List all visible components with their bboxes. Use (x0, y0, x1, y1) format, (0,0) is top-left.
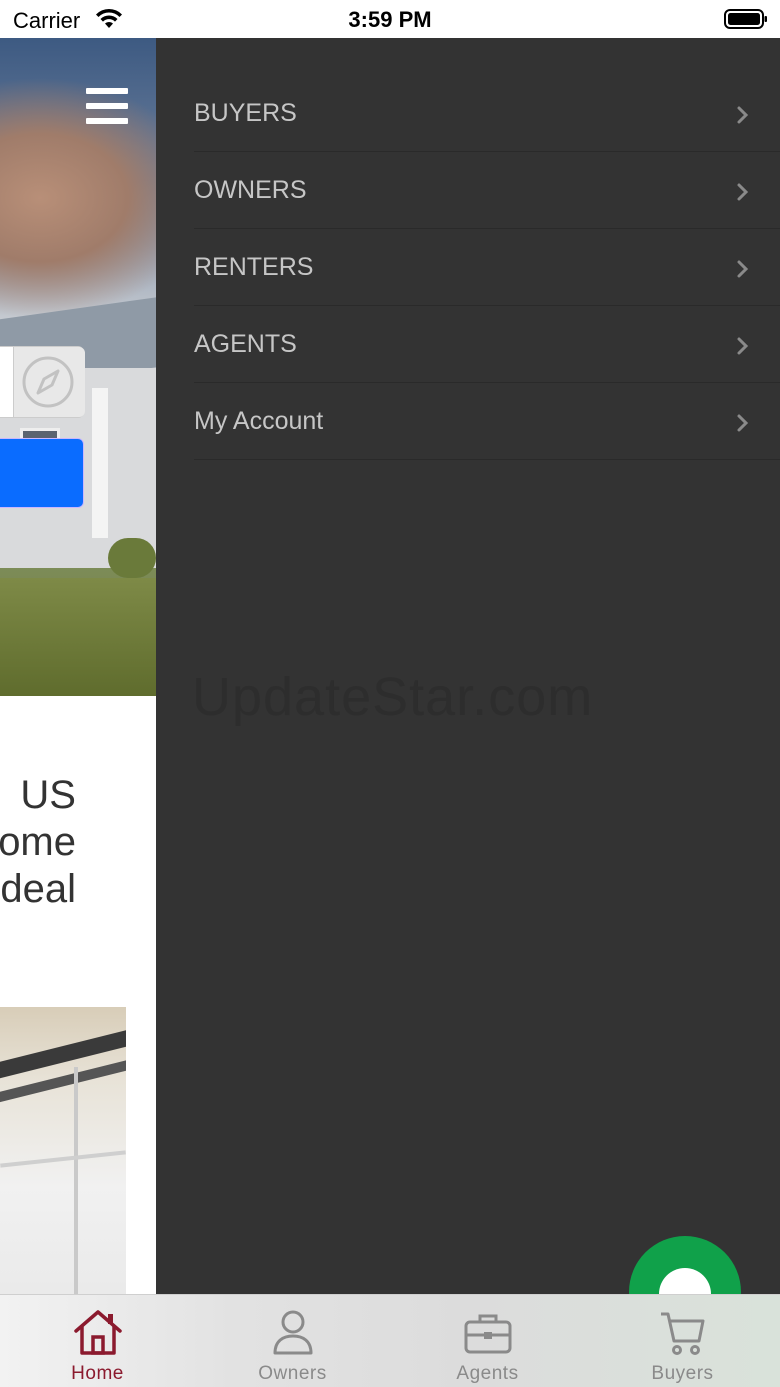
home-icon (74, 1310, 122, 1355)
chevron-right-icon (737, 260, 749, 278)
side-drawer: BUYERS OWNERS RENTERS AGENTS My Account … (156, 38, 780, 1294)
tab-label: Owners (258, 1363, 327, 1384)
hamburger-menu-icon[interactable] (86, 88, 128, 124)
drawer-item-renters[interactable]: RENTERS (194, 229, 780, 306)
battery-icon (724, 9, 767, 29)
chevron-right-icon (737, 414, 749, 432)
tab-agents[interactable]: Agents (390, 1295, 585, 1387)
background-page: US ome deal (0, 38, 156, 1294)
drawer-item-my-account[interactable]: My Account (194, 383, 780, 460)
location-search-field[interactable] (0, 346, 85, 418)
tab-label: Buyers (651, 1363, 714, 1384)
person-icon (273, 1310, 313, 1355)
chevron-right-icon (737, 337, 749, 355)
drawer-item-label: AGENTS (194, 330, 297, 358)
background-headline: US ome deal (0, 772, 76, 913)
drawer-item-label: My Account (194, 407, 324, 435)
tab-label: Home (71, 1363, 124, 1384)
status-bar: Carrier 3:59 PM (0, 0, 780, 38)
chevron-right-icon (737, 183, 749, 201)
headline-line: deal (0, 867, 76, 911)
locate-button[interactable] (13, 347, 85, 417)
compass-icon (22, 356, 74, 408)
drawer-item-label: RENTERS (194, 253, 314, 281)
search-button[interactable] (0, 438, 84, 508)
briefcase-icon (464, 1314, 512, 1354)
drawer-item-label: BUYERS (194, 99, 297, 127)
clock: 3:59 PM (348, 7, 432, 32)
tab-home[interactable]: Home (0, 1295, 195, 1387)
tab-owners[interactable]: Owners (195, 1295, 390, 1387)
drawer-item-buyers[interactable]: BUYERS (194, 75, 780, 152)
interior-photo (0, 1007, 126, 1294)
drawer-item-owners[interactable]: OWNERS (194, 152, 780, 229)
watermark: UpdateStar.com (192, 667, 594, 727)
drawer-item-agents[interactable]: AGENTS (194, 306, 780, 383)
headline-line: ome (0, 820, 76, 864)
headline-line: US (20, 773, 76, 817)
cart-icon (661, 1312, 705, 1355)
chevron-right-icon (737, 106, 749, 124)
tab-bar: Home Owners Agents Buyers (0, 1294, 780, 1387)
tab-label: Agents (456, 1363, 519, 1384)
tab-buyers[interactable]: Buyers (585, 1295, 780, 1387)
drawer-item-label: OWNERS (194, 176, 307, 204)
